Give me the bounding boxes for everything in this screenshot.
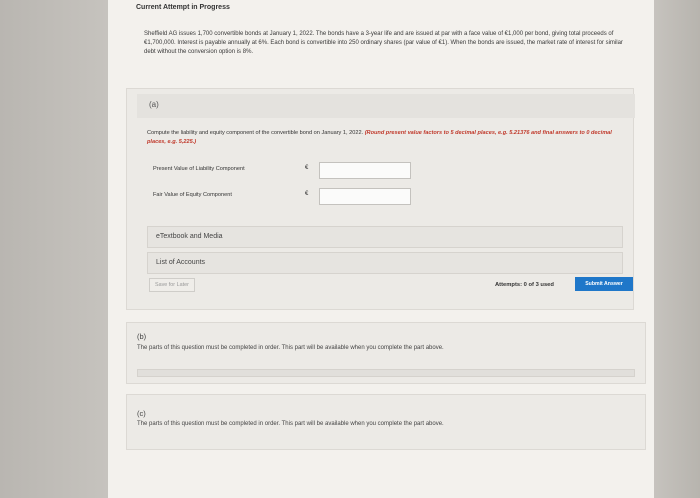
- part-a-label: (a): [149, 100, 159, 109]
- part-a-instruction: Compute the liability and equity compone…: [147, 129, 617, 147]
- left-background: [0, 0, 108, 498]
- list-of-accounts-link[interactable]: List of Accounts: [147, 252, 623, 274]
- currency-symbol: €: [305, 165, 309, 171]
- instruction-text: Compute the liability and equity compone…: [147, 130, 364, 136]
- etextbook-link[interactable]: eTextbook and Media: [147, 226, 623, 248]
- part-c-label: (c): [137, 409, 146, 418]
- question-page: Current Attempt in Progress Sheffield AG…: [108, 0, 654, 498]
- part-a-panel: (a) Compute the liability and equity com…: [126, 88, 635, 310]
- part-b-panel: (b) The parts of this question must be c…: [126, 322, 646, 384]
- list-of-accounts-label: List of Accounts: [156, 259, 206, 266]
- liability-label: Present Value of Liability Component: [153, 166, 245, 172]
- page-title: Current Attempt in Progress: [136, 4, 230, 11]
- save-for-later-button[interactable]: Save for Later: [149, 278, 195, 292]
- equity-label: Fair Value of Equity Component: [153, 192, 232, 198]
- part-b-label: (b): [137, 332, 147, 341]
- currency-symbol: €: [305, 191, 309, 197]
- part-b-locked-text: The parts of this question must be compl…: [137, 345, 444, 351]
- right-background: [654, 0, 700, 498]
- part-a-header[interactable]: (a): [137, 94, 635, 118]
- part-c-locked-text: The parts of this question must be compl…: [137, 421, 444, 427]
- equity-input[interactable]: [319, 188, 411, 205]
- part-c-panel: (c) The parts of this question must be c…: [126, 394, 646, 450]
- submit-answer-button[interactable]: Submit Answer: [575, 277, 633, 291]
- problem-statement: Sheffield AG issues 1,700 convertible bo…: [144, 31, 623, 55]
- liability-input[interactable]: [319, 162, 411, 179]
- etextbook-label: eTextbook and Media: [156, 233, 223, 240]
- part-b-footer-bar: [137, 369, 635, 377]
- attempts-counter: Attempts: 0 of 3 used: [495, 282, 554, 288]
